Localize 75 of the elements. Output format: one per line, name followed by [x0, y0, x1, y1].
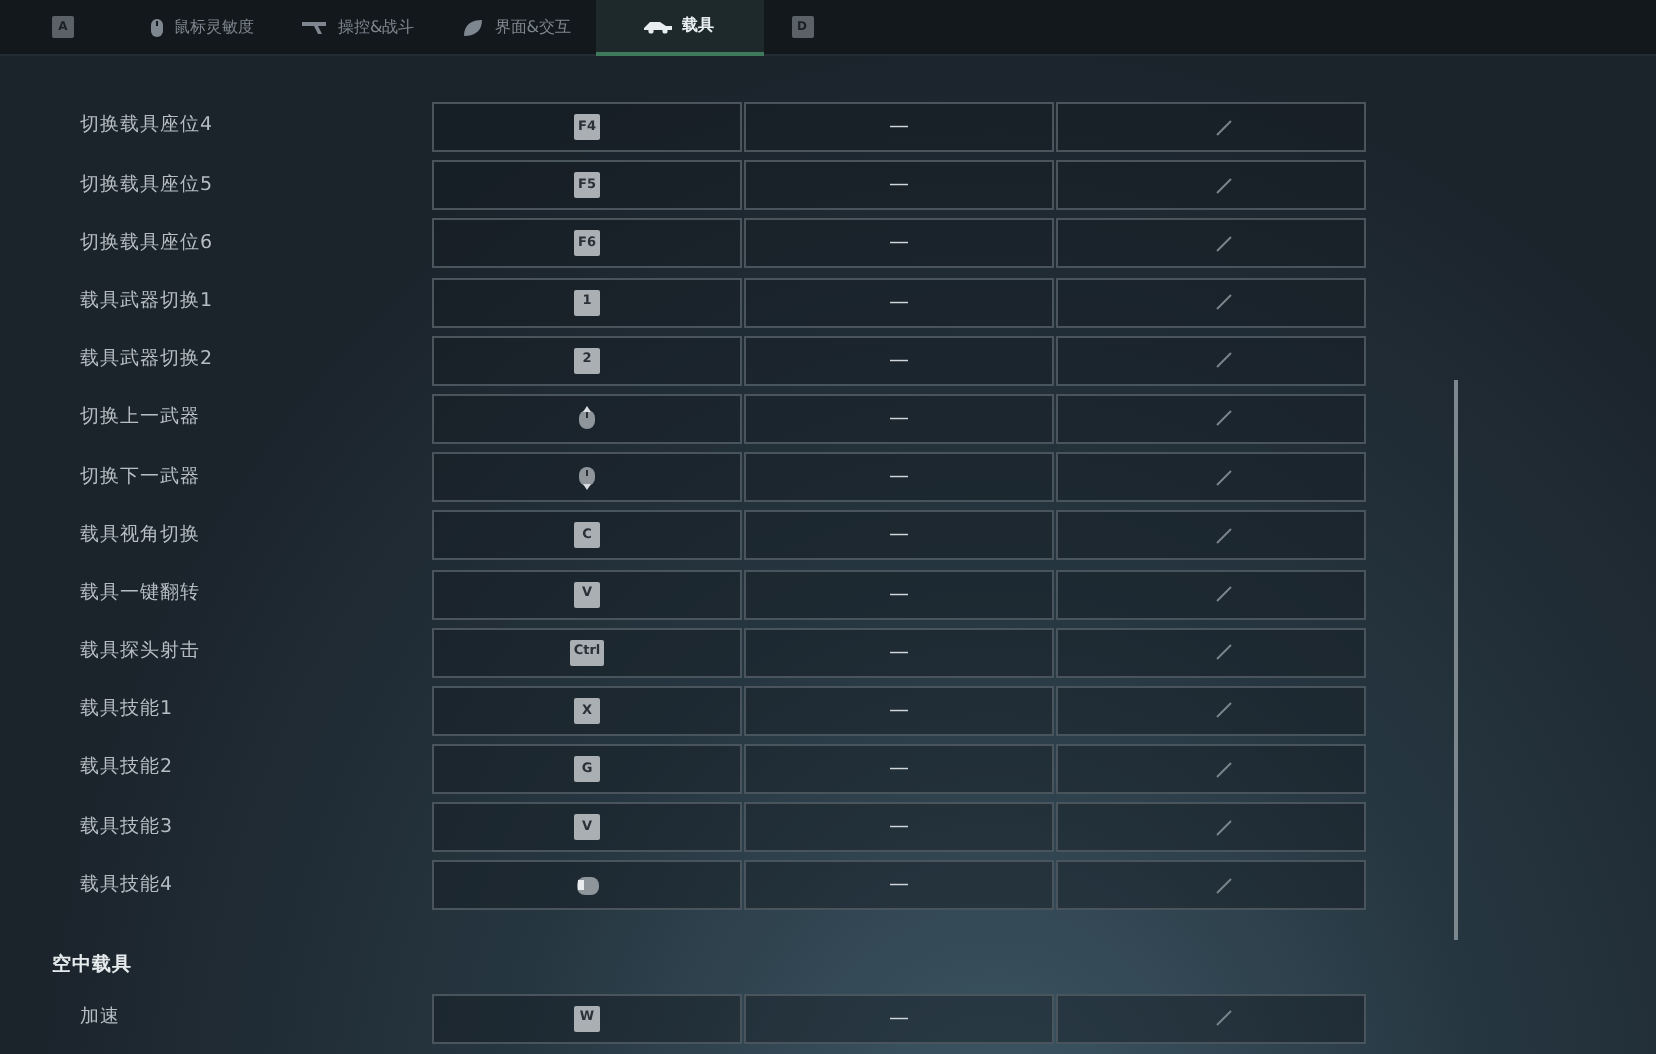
- action-label: 载具武器切换1: [78, 287, 215, 316]
- key-binding-slot[interactable]: —: [744, 218, 1054, 269]
- slash-icon: [1215, 1010, 1231, 1027]
- key-binding-slot[interactable]: —: [744, 393, 1054, 444]
- key-binding-slot[interactable]: [432, 393, 742, 444]
- slash-icon: [1215, 119, 1231, 135]
- mouse-icon: [150, 17, 164, 37]
- leaf-icon: [462, 17, 485, 37]
- key-binding-slot[interactable]: —: [744, 102, 1054, 152]
- action-label: 切换载具座位4: [78, 112, 215, 141]
- slash-icon: [1215, 235, 1231, 252]
- key-binding-slot[interactable]: —: [744, 744, 1054, 795]
- key-binding-slot[interactable]: —: [744, 335, 1054, 386]
- gun-icon: [302, 19, 328, 35]
- key-binding-slot[interactable]: [1056, 569, 1366, 619]
- key-binding-slot[interactable]: [1056, 744, 1366, 795]
- slash-icon: [1215, 352, 1231, 369]
- action-label: 加速: [78, 1004, 122, 1033]
- action-label: 载具一键翻转: [78, 579, 202, 608]
- mouse-icon: [575, 875, 599, 896]
- action-label: 载具视角切换: [78, 521, 202, 550]
- section-title: 空中载具: [50, 952, 134, 981]
- key-binding-slot[interactable]: [1056, 218, 1366, 269]
- action-label: 载具探头射击: [78, 638, 202, 667]
- key-binding-slot[interactable]: —: [744, 993, 1054, 1044]
- key-binding-slot[interactable]: [1056, 685, 1366, 736]
- key-binding-slot[interactable]: [1056, 277, 1366, 328]
- key-binding-slot[interactable]: [1056, 627, 1366, 678]
- action-label: 载具技能4: [78, 871, 175, 900]
- tab[interactable]: 载具: [595, 0, 763, 55]
- key-binding-slot[interactable]: [1056, 102, 1366, 152]
- slash-icon: [1215, 469, 1231, 486]
- slash-icon: [1215, 819, 1231, 836]
- action-label: 载具技能1: [78, 696, 175, 725]
- slash-icon: [1215, 177, 1231, 194]
- action-label: 载具技能3: [78, 813, 175, 842]
- slash-icon: [1215, 761, 1231, 778]
- key-binding-slot[interactable]: —: [744, 160, 1054, 211]
- scrollbar[interactable]: [1454, 380, 1458, 940]
- key-binding-slot[interactable]: [1056, 393, 1366, 444]
- mouse-wheel-icon: [578, 406, 596, 431]
- key-binding-slot[interactable]: [1056, 510, 1366, 561]
- key-binding-slot[interactable]: [432, 452, 742, 503]
- slash-icon: [1215, 586, 1231, 602]
- action-label: 切换载具座位5: [78, 171, 215, 200]
- key-binding-slot[interactable]: —: [744, 685, 1054, 736]
- action-label: 切换下一武器: [78, 463, 202, 491]
- tab[interactable]: 界面&交互: [438, 0, 595, 55]
- key-binding-slot[interactable]: [1056, 802, 1366, 853]
- key-binding-slot[interactable]: [1056, 452, 1366, 503]
- action-label: 切换载具座位6: [78, 229, 215, 258]
- key-binding-slot[interactable]: [1056, 860, 1366, 911]
- key-binding-slot[interactable]: —: [744, 802, 1054, 853]
- key-binding-slot[interactable]: —: [744, 627, 1054, 678]
- slash-icon: [1215, 294, 1231, 311]
- key-binding-slot[interactable]: [1056, 160, 1366, 211]
- key-binding-slot[interactable]: [432, 860, 742, 911]
- key-binding-slot[interactable]: —: [744, 860, 1054, 911]
- key-binding-slot[interactable]: —: [744, 510, 1054, 561]
- tab[interactable]: 鼠标灵敏度: [126, 0, 278, 55]
- key-binding-slot[interactable]: —: [744, 277, 1054, 328]
- car-icon: [644, 17, 672, 33]
- action-label: 载具技能2: [78, 754, 175, 783]
- slash-icon: [1215, 702, 1231, 719]
- key-binding-slot[interactable]: [1056, 335, 1366, 386]
- action-label: 载具武器切换2: [78, 346, 215, 375]
- slash-icon: [1215, 527, 1231, 544]
- mouse-wheel-icon: [578, 465, 596, 490]
- slash-icon: [1215, 644, 1231, 661]
- key-binding-slot[interactable]: —: [744, 569, 1054, 619]
- tab[interactable]: 操控&战斗: [278, 0, 439, 55]
- slash-icon: [1215, 410, 1231, 427]
- key-binding-slot[interactable]: —: [744, 452, 1054, 503]
- action-label: 切换上一武器: [78, 404, 202, 433]
- slash-icon: [1215, 877, 1231, 894]
